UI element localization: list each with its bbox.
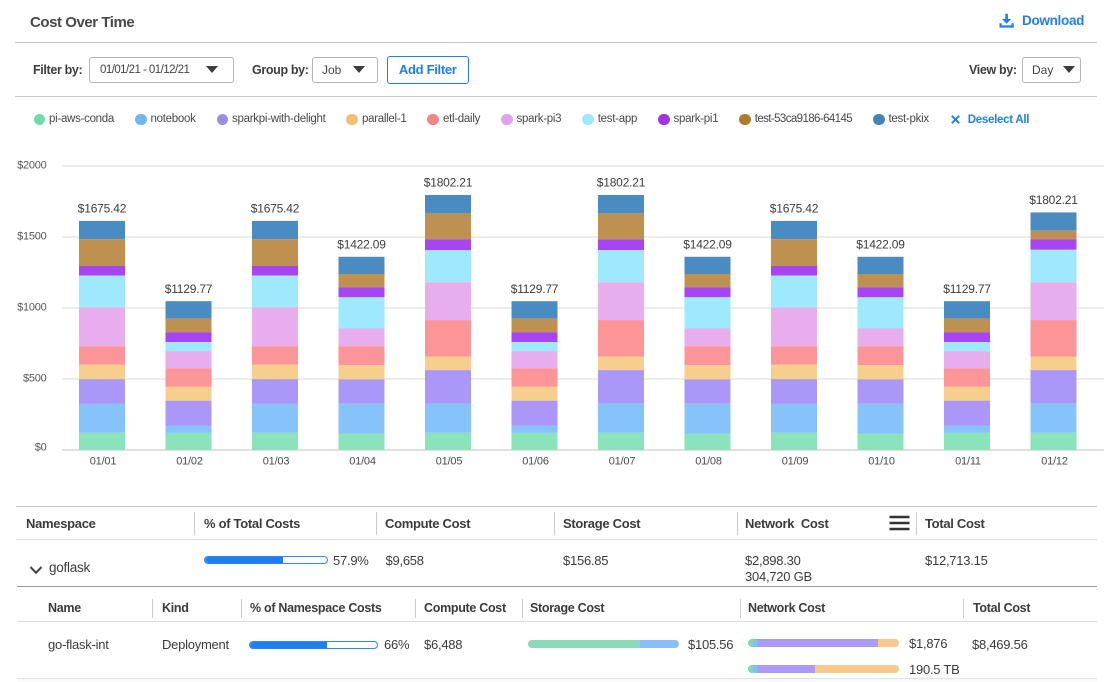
- svg-text:$500: $500: [23, 373, 47, 385]
- svg-text:01/09: 01/09: [782, 456, 809, 468]
- svg-text:$1802.21: $1802.21: [424, 176, 473, 190]
- svg-text:$1802.21: $1802.21: [597, 176, 646, 190]
- svg-text:01/11: 01/11: [955, 456, 981, 468]
- svg-text:$1000: $1000: [17, 302, 46, 314]
- svg-text:$1422.09: $1422.09: [856, 238, 905, 252]
- svg-text:$0: $0: [35, 442, 47, 454]
- svg-text:01/03: 01/03: [263, 456, 290, 468]
- svg-text:$1500: $1500: [17, 231, 46, 243]
- svg-text:$1422.09: $1422.09: [683, 238, 732, 252]
- svg-text:$1675.42: $1675.42: [770, 202, 819, 216]
- svg-text:01/10: 01/10: [868, 456, 895, 468]
- svg-text:01/05: 01/05: [436, 456, 463, 468]
- svg-text:01/12: 01/12: [1041, 456, 1068, 468]
- svg-text:$1129.77: $1129.77: [943, 282, 991, 296]
- svg-text:$1129.77: $1129.77: [165, 282, 213, 296]
- svg-text:$1422.09: $1422.09: [337, 238, 386, 252]
- svg-text:$1675.42: $1675.42: [251, 202, 300, 216]
- svg-text:$1802.21: $1802.21: [1029, 193, 1078, 207]
- svg-text:01/07: 01/07: [609, 456, 636, 468]
- svg-text:01/04: 01/04: [349, 456, 376, 468]
- svg-text:$1675.42: $1675.42: [78, 202, 127, 216]
- svg-text:01/02: 01/02: [176, 456, 203, 468]
- svg-text:01/06: 01/06: [522, 456, 549, 468]
- svg-text:$2000: $2000: [17, 160, 46, 172]
- svg-text:$1129.77: $1129.77: [511, 282, 559, 296]
- svg-text:01/08: 01/08: [695, 456, 722, 468]
- svg-text:01/01: 01/01: [90, 456, 117, 468]
